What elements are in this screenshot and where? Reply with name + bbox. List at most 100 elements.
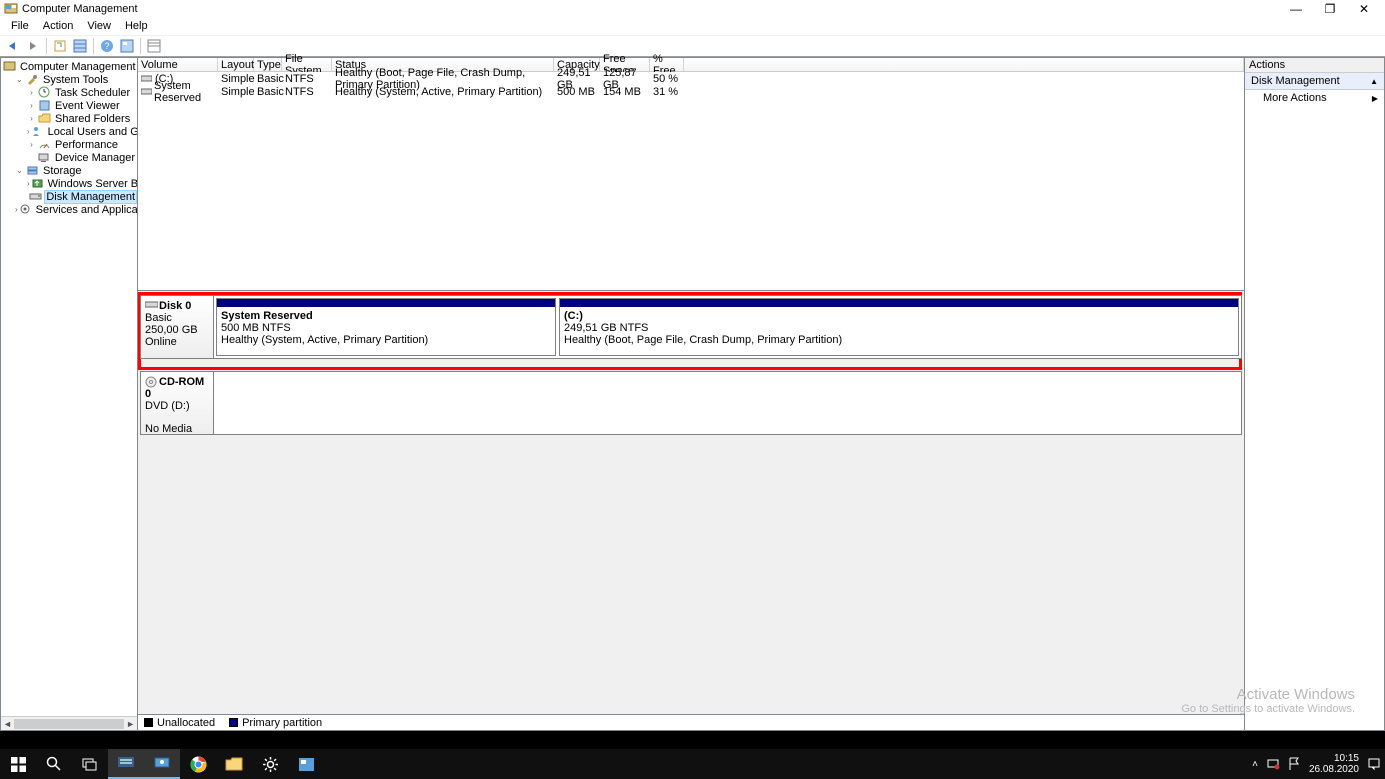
col-volume[interactable]: Volume [138,58,218,71]
actions-disk-management[interactable]: Disk Management ▲ [1245,73,1384,90]
tree-system-tools[interactable]: ⌄ System Tools [3,73,137,86]
backup-icon [31,177,44,191]
taskbar-settings-icon[interactable] [252,749,288,779]
drive-icon [141,75,153,83]
tools-icon [25,73,39,87]
legend-primary-icon [229,718,238,727]
tree-windows-backup[interactable]: › Windows Server Backup [3,177,137,190]
titlebar: Computer Management — ❐ ✕ [0,0,1385,17]
expand-icon[interactable]: › [27,140,36,149]
tree-shared-folders[interactable]: › Shared Folders [3,112,137,125]
toolbar-separator [93,38,94,54]
scroll-right-icon[interactable]: ► [126,719,135,729]
tree-local-users[interactable]: › Local Users and Groups [3,125,137,138]
expand-icon[interactable]: › [27,127,30,136]
maximize-button[interactable]: ❐ [1313,0,1347,17]
refresh-icon[interactable] [51,37,69,55]
volume-header: Volume Layout Type File System Status Ca… [138,58,1244,72]
forward-icon[interactable] [24,37,42,55]
disk-row-cdrom[interactable]: CD-ROM 0 DVD (D:) No Media [140,371,1242,435]
close-button[interactable]: ✕ [1347,0,1381,17]
help-icon[interactable]: ? [98,37,116,55]
legend-unallocated-label: Unallocated [157,717,215,729]
tree-device-manager[interactable]: Device Manager [3,151,137,164]
expand-icon[interactable]: › [15,205,18,214]
computer-icon [3,60,16,74]
actions-more-actions[interactable]: More Actions ▶ [1245,90,1384,106]
settings-list-icon[interactable] [118,37,136,55]
tray-clock[interactable]: 10:15 26.08.2020 [1309,753,1359,775]
col-layout[interactable]: Layout [218,58,254,71]
taskbar-chrome-icon[interactable] [180,749,216,779]
partition-c[interactable]: (C:) 249,51 GB NTFS Healthy (Boot, Page … [559,298,1239,356]
disk-info: Disk 0 Basic 250,00 GB Online [141,296,214,358]
col-filesystem[interactable]: File System [282,58,332,71]
tree-performance[interactable]: › Performance [3,138,137,151]
black-strip [0,731,1385,749]
services-icon [19,203,32,217]
menu-help[interactable]: Help [118,20,155,32]
menu-file[interactable]: File [4,20,36,32]
log-icon [37,99,51,113]
tray-chevron-icon[interactable]: ˄ [1252,759,1258,770]
tray-notifications-icon[interactable] [1367,757,1381,771]
disk-icon [29,190,42,204]
back-icon[interactable] [4,37,22,55]
menu-view[interactable]: View [80,20,118,32]
app-icon [4,2,18,16]
col-pctfree[interactable]: % Free [650,58,684,71]
taskbar-server-manager-icon[interactable] [108,749,144,779]
taskbar-computer-mgmt-icon[interactable] [144,749,180,779]
volume-row[interactable]: (C:) Simple Basic NTFS Healthy (Boot, Pa… [138,72,1244,85]
main-area: Computer Management (Local ⌄ System Tool… [0,57,1385,731]
taskbar-app-icon[interactable] [288,749,324,779]
disk-info: CD-ROM 0 DVD (D:) No Media [141,372,214,434]
chevron-right-icon: ▶ [1372,94,1378,103]
expand-icon[interactable]: › [27,88,36,97]
grid-view-icon[interactable] [71,37,89,55]
expand-icon[interactable]: › [27,179,30,188]
tree-event-viewer[interactable]: › Event Viewer [3,99,137,112]
clock-icon [37,86,51,100]
toolbar: ? [0,35,1385,57]
collapse-icon[interactable]: ⌄ [15,75,24,84]
task-view-icon[interactable] [72,749,108,779]
legend-bar: Unallocated Primary partition [138,714,1244,730]
drive-icon [141,88,152,96]
tray-flag-icon[interactable] [1288,757,1301,771]
cdrom-icon [145,376,159,388]
chevron-up-icon: ▲ [1370,77,1378,86]
system-tray: ˄ 10:15 26.08.2020 [1252,753,1385,775]
tree-storage[interactable]: ⌄ Storage [3,164,137,177]
tree-scrollbar[interactable]: ◄ ► [1,716,137,730]
scroll-left-icon[interactable]: ◄ [3,719,12,729]
start-button[interactable] [0,749,36,779]
table-view-icon[interactable] [145,37,163,55]
device-icon [37,151,51,165]
volume-row[interactable]: System Reserved Simple Basic NTFS Health… [138,85,1244,98]
taskbar: ˄ 10:15 26.08.2020 [0,749,1385,779]
tree-services[interactable]: › Services and Applications [3,203,137,216]
scroll-thumb[interactable] [14,719,124,729]
col-type[interactable]: Type [254,58,282,71]
menubar: File Action View Help [0,17,1385,35]
expand-icon[interactable]: › [27,114,36,123]
legend-primary-label: Primary partition [242,717,322,729]
partition-system-reserved[interactable]: System Reserved 500 MB NTFS Healthy (Sys… [216,298,556,356]
taskbar-explorer-icon[interactable] [216,749,252,779]
legend-unallocated-icon [144,718,153,727]
search-icon[interactable] [36,749,72,779]
tree-disk-management[interactable]: Disk Management [3,190,137,203]
disk-row-disk0[interactable]: Disk 0 Basic 250,00 GB Online System Res… [140,295,1242,359]
storage-icon [25,164,39,178]
collapse-icon[interactable]: ⌄ [15,166,24,175]
volume-list: (C:) Simple Basic NTFS Healthy (Boot, Pa… [138,72,1244,290]
toolbar-separator [140,38,141,54]
expand-icon[interactable]: › [27,101,36,110]
tray-network-icon[interactable] [1266,758,1280,770]
minimize-button[interactable]: — [1279,0,1313,17]
menu-action[interactable]: Action [36,20,81,32]
mid-panel: Volume Layout Type File System Status Ca… [137,57,1245,731]
tree-root[interactable]: Computer Management (Local [3,60,137,73]
tree-task-scheduler[interactable]: › Task Scheduler [3,86,137,99]
